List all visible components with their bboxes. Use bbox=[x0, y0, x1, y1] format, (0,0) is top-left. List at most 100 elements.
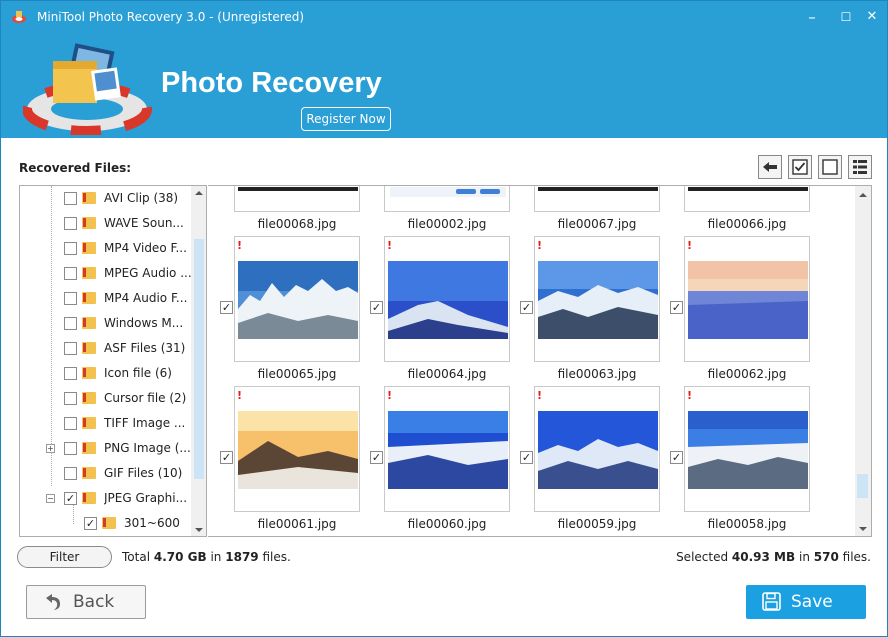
tree-item[interactable]: − ✓ JPEG Graphi... bbox=[20, 486, 192, 511]
folder-icon bbox=[82, 467, 96, 479]
selected-files: 570 bbox=[813, 550, 839, 564]
list-view-icon bbox=[853, 160, 867, 174]
undo-arrow-icon bbox=[46, 594, 60, 610]
tree-item-label: ASF Files (31) bbox=[104, 341, 186, 355]
thumbnail-card[interactable] bbox=[384, 386, 510, 512]
tree-item[interactable]: AVI Clip (38) bbox=[20, 186, 192, 211]
file-checkbox[interactable]: ✓ bbox=[370, 451, 383, 464]
tree-item-checkbox[interactable] bbox=[64, 467, 77, 480]
tree-item-checkbox[interactable] bbox=[64, 217, 77, 230]
thumbnail-card[interactable] bbox=[384, 236, 510, 362]
tree-item[interactable]: ✓ 301~600 bbox=[20, 511, 192, 536]
thumbnail-card[interactable] bbox=[684, 186, 810, 212]
file-checkbox[interactable]: ✓ bbox=[520, 301, 533, 314]
save-button[interactable]: Save bbox=[746, 585, 866, 619]
tree-item-checkbox[interactable] bbox=[64, 292, 77, 305]
tree-item[interactable]: Cursor file (2) bbox=[20, 386, 192, 411]
tree-item-checkbox[interactable] bbox=[64, 442, 77, 455]
back-arrow-button[interactable] bbox=[758, 155, 782, 179]
folder-mark-icon bbox=[83, 318, 86, 327]
folder-icon bbox=[82, 417, 96, 429]
scroll-down-icon[interactable] bbox=[194, 526, 204, 534]
scroll-up-icon[interactable] bbox=[858, 191, 868, 199]
thumbnail-card[interactable] bbox=[684, 236, 810, 362]
scroll-down-icon[interactable] bbox=[858, 525, 868, 533]
collapse-toggle-icon[interactable]: − bbox=[46, 494, 55, 503]
close-button[interactable]: ✕ bbox=[857, 5, 887, 29]
thumbnail-card[interactable] bbox=[534, 236, 660, 362]
photo-thumbnail bbox=[238, 411, 358, 489]
tree-item-checkbox[interactable] bbox=[64, 367, 77, 380]
warning-icon: ! bbox=[237, 239, 243, 252]
tree-item[interactable]: GIF Files (10) bbox=[20, 461, 192, 486]
file-checkbox[interactable]: ✓ bbox=[670, 301, 683, 314]
tree-item-checkbox[interactable]: ✓ bbox=[84, 517, 97, 530]
tree-item[interactable]: Icon file (6) bbox=[20, 361, 192, 386]
folder-mark-icon bbox=[83, 443, 86, 452]
selected-summary: Selected 40.93 MB in 570 files. bbox=[676, 550, 871, 564]
tree-item-checkbox[interactable] bbox=[64, 242, 77, 255]
tree-item-checkbox[interactable] bbox=[64, 192, 77, 205]
photo-thumbnail bbox=[238, 261, 358, 339]
tree-item-label: AVI Clip (38) bbox=[104, 191, 179, 205]
select-all-button[interactable] bbox=[788, 155, 812, 179]
thumbnail-card[interactable] bbox=[234, 186, 360, 212]
back-label: Back bbox=[73, 592, 115, 612]
tree-item-checkbox[interactable]: ✓ bbox=[64, 492, 77, 505]
grid-scrollbar-thumb[interactable] bbox=[857, 474, 868, 498]
minimize-button[interactable]: – bbox=[797, 5, 827, 29]
list-view-button[interactable] bbox=[848, 155, 872, 179]
thumbnail-card[interactable] bbox=[234, 386, 360, 512]
file-checkbox[interactable]: ✓ bbox=[520, 451, 533, 464]
thumbnail-card[interactable] bbox=[534, 386, 660, 512]
thumbnail-card[interactable] bbox=[684, 386, 810, 512]
file-checkbox[interactable]: ✓ bbox=[220, 451, 233, 464]
tree-item-checkbox[interactable] bbox=[64, 267, 77, 280]
file-type-tree[interactable]: AVI Clip (38) WAVE Soun... MP4 Video F... M… bbox=[19, 185, 207, 537]
tree-item[interactable]: WAVE Soun... bbox=[20, 211, 192, 236]
tree-item-label: MPEG Audio ... bbox=[104, 266, 192, 280]
tree-item[interactable]: MP4 Video F... bbox=[20, 236, 192, 261]
folder-icon bbox=[82, 267, 96, 279]
folder-icon bbox=[82, 367, 96, 379]
file-checkbox[interactable]: ✓ bbox=[670, 451, 683, 464]
app-window: MiniTool Photo Recovery 3.0 - (Unregiste… bbox=[0, 0, 888, 637]
file-checkbox[interactable]: ✓ bbox=[370, 301, 383, 314]
tree-item-label: WAVE Soun... bbox=[104, 216, 184, 230]
tree-item-label: Windows M... bbox=[104, 316, 184, 330]
warning-icon: ! bbox=[687, 239, 693, 252]
register-now-button[interactable]: Register Now bbox=[301, 107, 391, 131]
file-name-label: file00061.jpg bbox=[257, 517, 337, 531]
tree-scrollbar-thumb[interactable] bbox=[194, 239, 204, 479]
file-name-label: file00002.jpg bbox=[407, 217, 487, 231]
tree-item-checkbox[interactable] bbox=[64, 392, 77, 405]
folder-icon bbox=[82, 192, 96, 204]
back-button[interactable]: Back bbox=[26, 585, 146, 619]
tree-item[interactable]: + PNG Image (... bbox=[20, 436, 192, 461]
tree-item-checkbox[interactable] bbox=[64, 342, 77, 355]
file-name-label: file00065.jpg bbox=[257, 367, 337, 381]
deselect-all-button[interactable] bbox=[818, 155, 842, 179]
folder-mark-icon bbox=[83, 243, 86, 252]
thumbnail-card[interactable] bbox=[534, 186, 660, 212]
tree-item[interactable]: Windows M... bbox=[20, 311, 192, 336]
folder-icon bbox=[82, 292, 96, 304]
total-suffix: files. bbox=[262, 550, 291, 564]
file-checkbox[interactable]: ✓ bbox=[220, 301, 233, 314]
tree-item-checkbox[interactable] bbox=[64, 417, 77, 430]
tree-item[interactable]: MP4 Audio F... bbox=[20, 286, 192, 311]
total-prefix: Total bbox=[122, 550, 151, 564]
filter-button[interactable]: Filter bbox=[17, 546, 112, 568]
expand-toggle-icon[interactable]: + bbox=[46, 444, 55, 453]
tree-item-label: JPEG Graphi... bbox=[104, 491, 188, 505]
thumbnail-grid[interactable]: file00068.jpg file00002.jpg file00067.jpg f… bbox=[208, 185, 872, 537]
tree-item[interactable]: ASF Files (31) bbox=[20, 336, 192, 361]
thumbnail-card[interactable] bbox=[384, 186, 510, 212]
scroll-up-icon[interactable] bbox=[194, 189, 204, 197]
tree-item[interactable]: TIFF Image ... bbox=[20, 411, 192, 436]
thumbnail-card[interactable] bbox=[234, 236, 360, 362]
tree-item-checkbox[interactable] bbox=[64, 317, 77, 330]
lifebuoy-logo-icon bbox=[23, 43, 152, 135]
tree-item[interactable]: MPEG Audio ... bbox=[20, 261, 192, 286]
file-name-label: file00068.jpg bbox=[257, 217, 337, 231]
